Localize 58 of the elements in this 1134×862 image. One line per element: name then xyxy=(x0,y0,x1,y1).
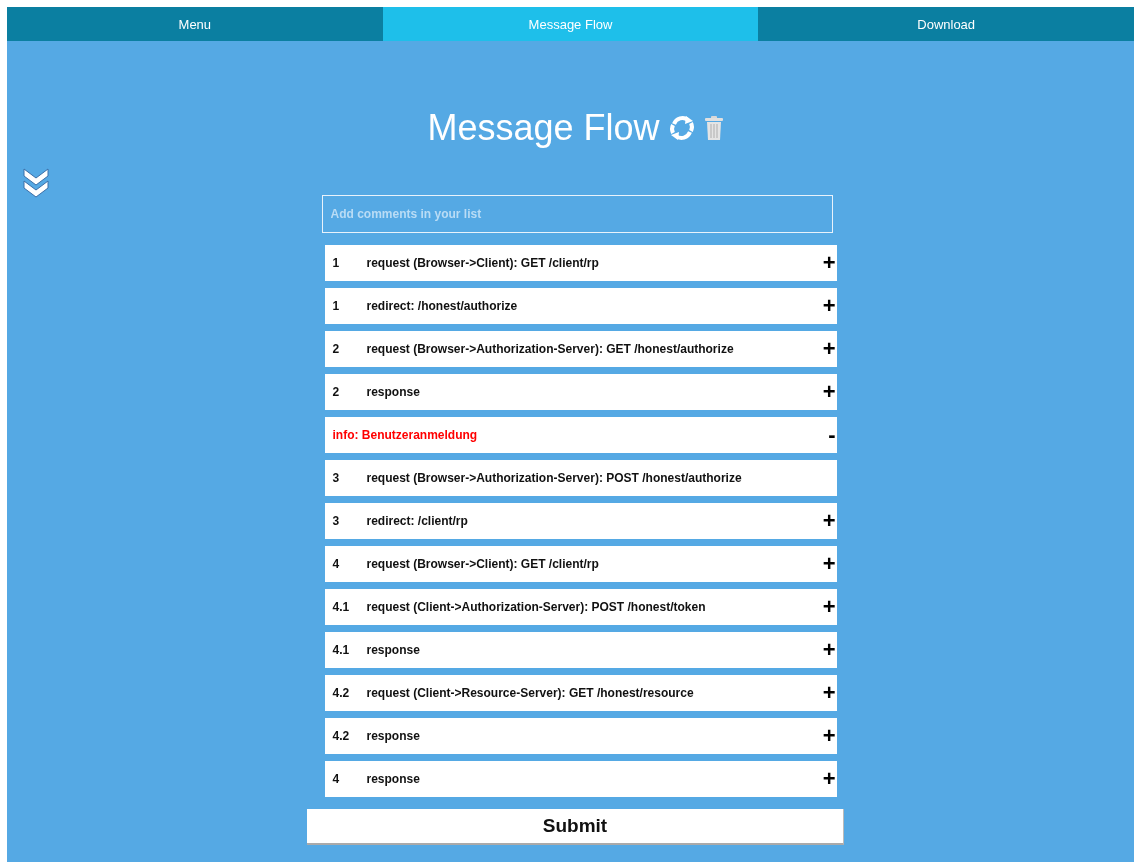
message-text: redirect: /client/rp xyxy=(366,514,469,528)
step-number: 1 xyxy=(332,256,341,270)
toggle-button[interactable]: + xyxy=(822,596,837,618)
message-text: request (Browser->Authorization-Server): POST /honest/authorize xyxy=(366,471,743,485)
message-row[interactable]: 4.1 response + xyxy=(324,632,837,668)
message-row[interactable]: 1 request (Browser->Client): GET /client/rp + xyxy=(324,245,837,281)
message-text: request (Client->Resource-Server): GET /honest/resource xyxy=(366,686,695,700)
message-row[interactable]: 4.2 response + xyxy=(324,718,837,754)
message-text: response xyxy=(366,385,421,399)
message-text: request (Browser->Client): GET /client/rp xyxy=(366,557,600,571)
message-row[interactable]: info: Benutzeranmeldung - xyxy=(324,417,837,453)
toggle-button[interactable]: + xyxy=(822,338,837,360)
message-text: request (Client->Authorization-Server): POST /honest/token xyxy=(366,600,707,614)
step-number: 4.1 xyxy=(332,643,351,657)
toggle-button[interactable]: + xyxy=(822,553,837,575)
message-row[interactable]: 4 request (Browser->Client): GET /client/rp + xyxy=(324,546,837,582)
message-row[interactable]: 1 redirect: /honest/authorize + xyxy=(324,288,837,324)
toggle-button[interactable]: + xyxy=(822,252,837,274)
toggle-button[interactable]: + xyxy=(822,381,837,403)
message-text: request (Browser->Client): GET /client/rp xyxy=(366,256,600,270)
message-row[interactable]: 4.2 request (Client->Resource-Server): GET /honest/resource + xyxy=(324,675,837,711)
trash-icon[interactable] xyxy=(703,115,724,141)
submit-button[interactable]: Submit xyxy=(307,809,844,845)
step-number: 2 xyxy=(332,385,341,399)
toggle-button[interactable]: + xyxy=(822,768,837,790)
step-number: 4.1 xyxy=(332,600,351,614)
info-text: info: Benutzeranmeldung xyxy=(332,428,479,442)
double-chevron-down-icon[interactable] xyxy=(22,167,50,199)
step-number: 4.2 xyxy=(332,729,351,743)
step-number: 4.2 xyxy=(332,686,351,700)
page-title: Message Flow xyxy=(427,107,660,149)
message-text: redirect: /honest/authorize xyxy=(366,299,519,313)
step-number: 3 xyxy=(332,471,341,485)
message-text: response xyxy=(366,729,421,743)
message-row[interactable]: 2 response + xyxy=(324,374,837,410)
tab[interactable]: Menu xyxy=(7,7,383,41)
message-row[interactable]: 3 redirect: /client/rp + xyxy=(324,503,837,539)
message-text: response xyxy=(366,643,421,657)
step-number: 3 xyxy=(332,514,341,528)
step-number: 4 xyxy=(332,772,341,786)
tab[interactable]: Download xyxy=(758,7,1134,41)
message-row[interactable]: 4.1 request (Client->Authorization-Server): POST /honest/token + xyxy=(324,589,837,625)
step-number: 2 xyxy=(332,342,341,356)
message-row[interactable]: 3 request (Browser->Authorization-Server): POST /honest/authorize xyxy=(324,460,837,496)
step-number: 4 xyxy=(332,557,341,571)
toggle-button[interactable]: + xyxy=(822,639,837,661)
toggle-button[interactable]: - xyxy=(828,424,837,446)
message-text: response xyxy=(366,772,421,786)
toggle-button[interactable]: + xyxy=(822,682,837,704)
refresh-icon[interactable] xyxy=(667,114,696,142)
toggle-button[interactable]: + xyxy=(822,510,837,532)
message-row[interactable]: 2 request (Browser->Authorization-Server): GET /honest/authorize + xyxy=(324,331,837,367)
message-row[interactable]: 4 response + xyxy=(324,761,837,797)
message-text: request (Browser->Authorization-Server): GET /honest/authorize xyxy=(366,342,735,356)
comment-field[interactable]: Add comments in your list xyxy=(321,195,833,233)
step-number: 1 xyxy=(332,299,341,313)
toggle-button[interactable]: + xyxy=(822,295,837,317)
toggle-button[interactable]: + xyxy=(822,725,837,747)
